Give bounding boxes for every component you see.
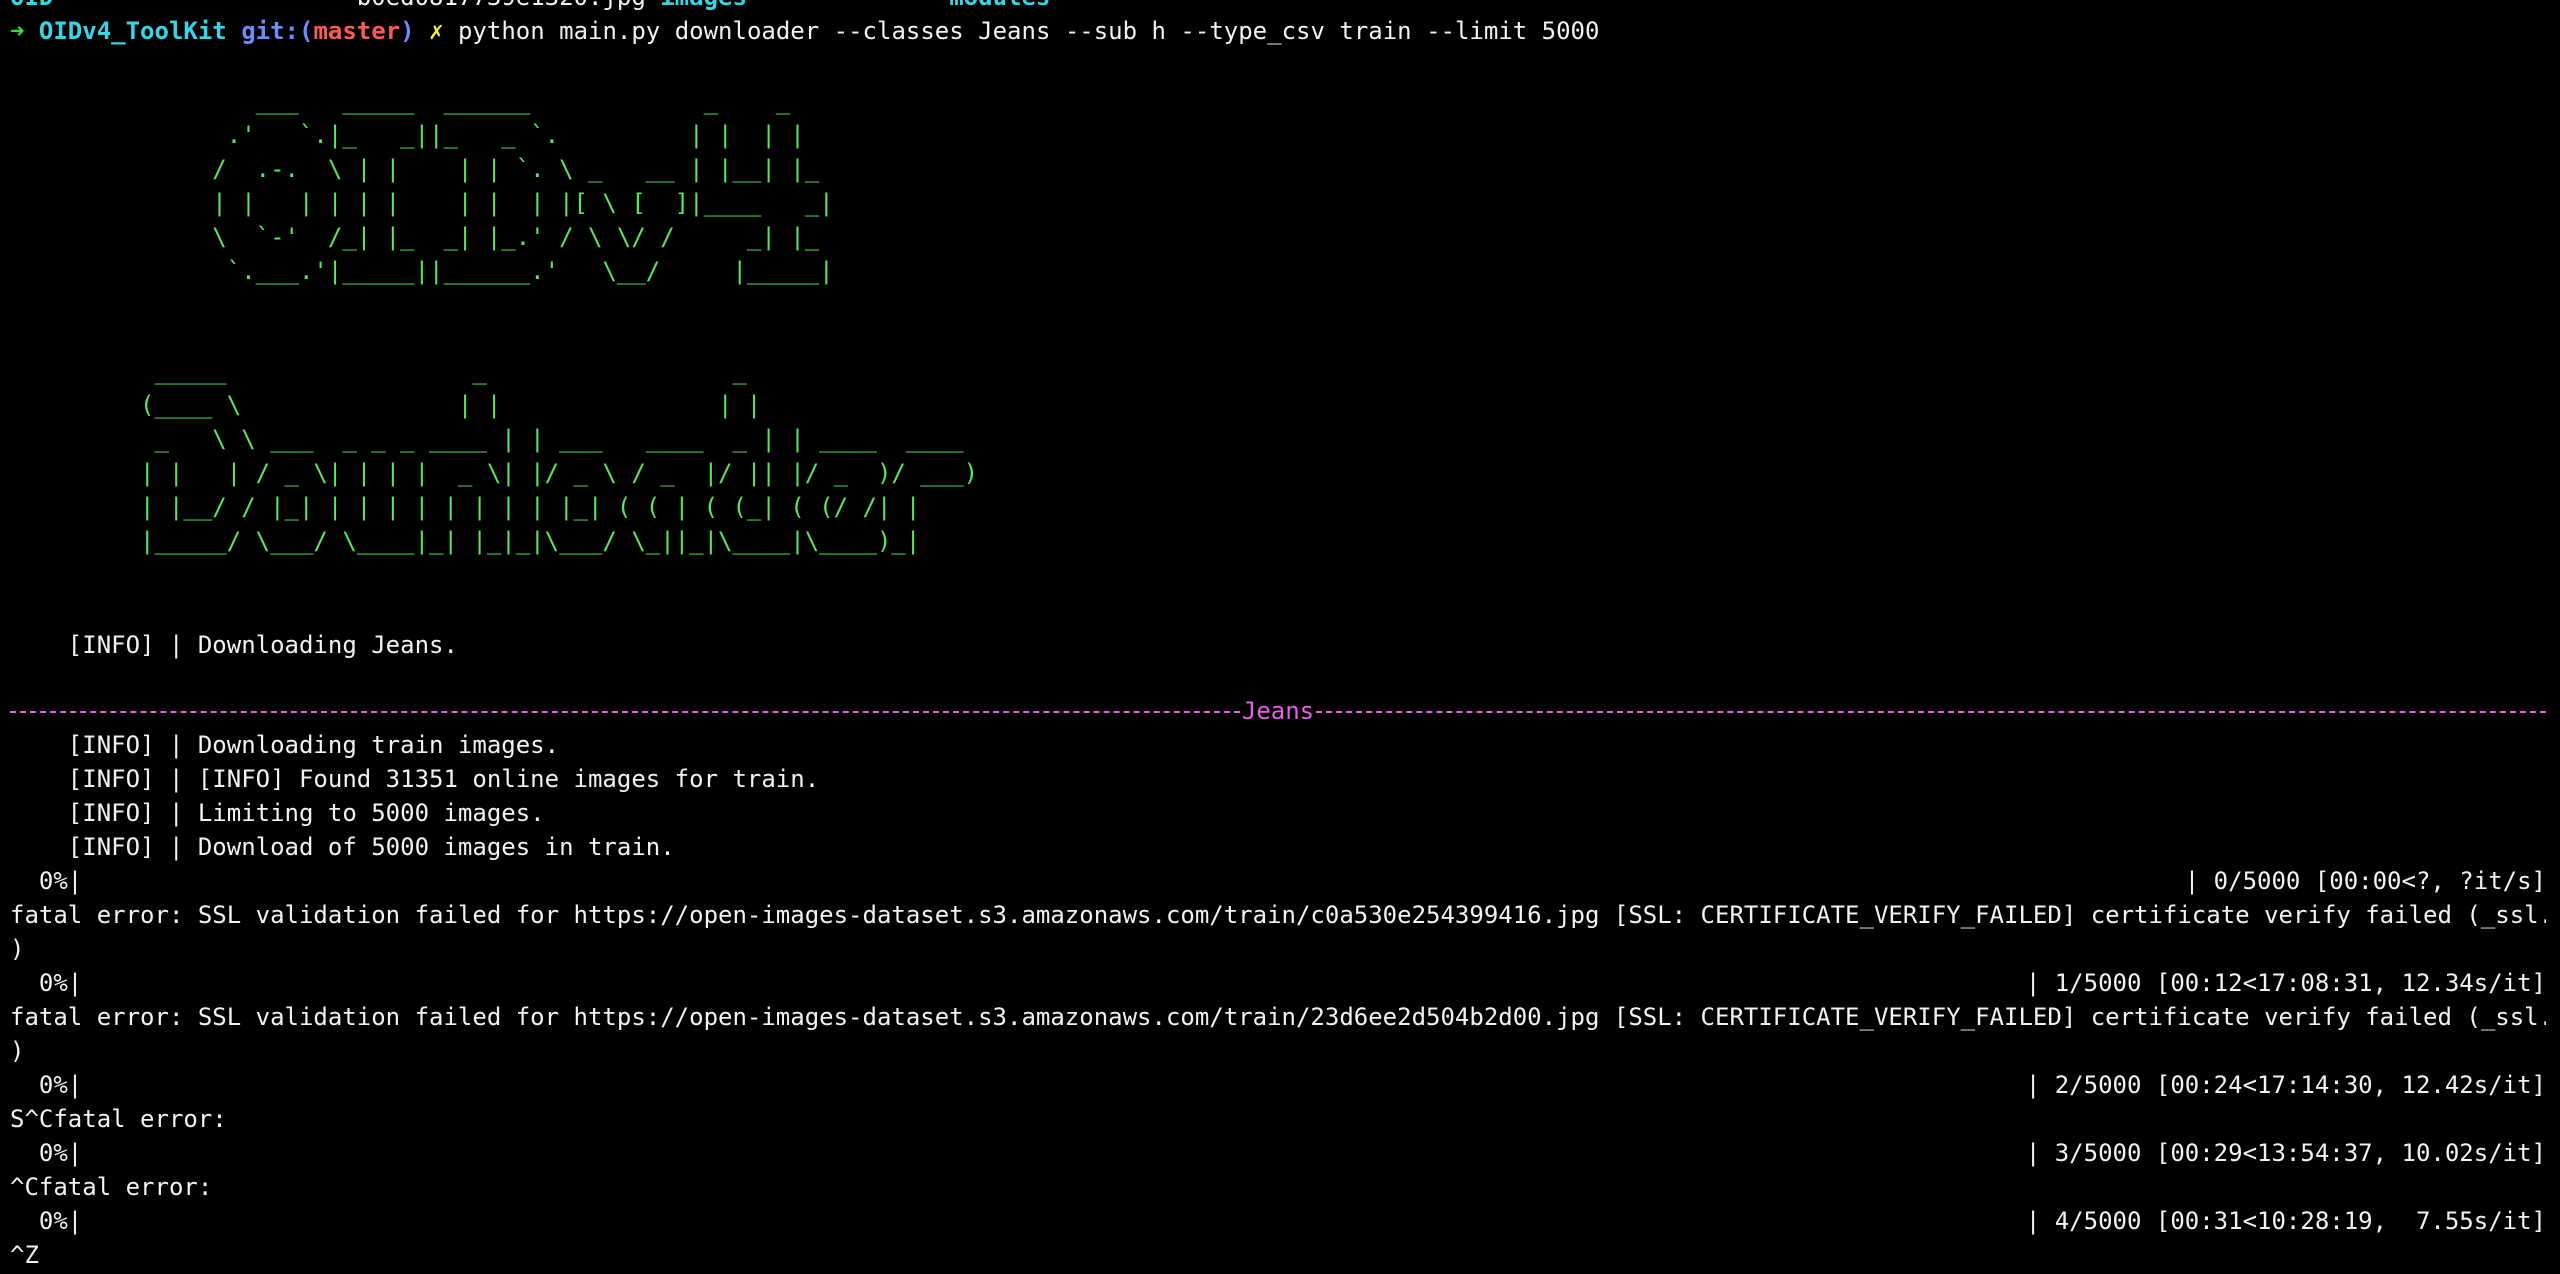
progress-line-3: 0%| | 3/5000 [00:29<13:54:37, 10.02s/it] [10,1136,2546,1170]
progress-percent: 0%| [10,1139,83,1167]
progress-line-0: 0%| | 0/5000 [00:00<?, ?it/s] [10,864,2546,898]
error-line: fatal error: SSL validation failed for h… [10,901,2546,929]
info-downloading-class: [INFO] | Downloading Jeans. [10,631,458,659]
ascii-logo-oidv4: ___ _____ ______ _ _ .' `.|_ _||_ _ `. |… [10,84,834,288]
ascii-row: ___ _____ ______ _ _ [10,87,791,115]
ascii-row: (____ \ | | | | [10,391,762,419]
interrupt-line: ^Cfatal error: [10,1173,213,1201]
ascii-logo-downloader: _____ _ _ (____ \ | | | | _ \ \ ___ _ _ … [10,354,978,558]
ascii-row: |_____/ \___/ \____|_| |_|_|\___/ \_||_|… [10,527,921,555]
progress-line-1: 0%| | 1/5000 [00:12<17:08:31, 12.34s/it] [10,966,2546,1000]
git-branch: master [313,17,401,45]
interrupt-line: S^Cfatal error: [10,1105,227,1133]
git-label-close: ) [400,17,415,45]
ascii-row: | | | | | | | | | |[ \ [ ]|____ _| [10,189,834,217]
ascii-row: | | | / _ \| | | | _ \| |/ _ \ / _ |/ ||… [10,459,979,487]
command-text: python main.py downloader --classes Jean… [457,17,1600,45]
progress-stats: | 2/5000 [00:24<17:14:30, 12.42s/it] [2025,1071,2546,1099]
error-line: fatal error: SSL validation failed for h… [10,1003,2546,1031]
progress-line-4: 0%| | 4/5000 [00:31<10:28:19, 7.55s/it] [10,1204,2546,1238]
progress-percent: 0%| [10,1071,83,1099]
progress-stats: | 0/5000 [00:00<?, ?it/s] [2184,867,2546,895]
log-line: [INFO] | Download of 5000 images in trai… [10,833,675,861]
ascii-row: `.___.'|_____||______.' \__/ |_____| [10,257,834,285]
clipped-col-3: images [660,0,747,11]
clipped-col-1: OID [10,0,53,11]
divider-dash-right [1316,711,2546,713]
ascii-row: _ \ \ ___ _ _ _ ____ | | ___ ____ _ | | … [10,425,964,453]
previous-output-clipped: OID b0ed0817739e1320.jpg images modules [10,0,2546,14]
current-directory: OIDv4_ToolKit [38,17,227,45]
progress-percent: 0%| [10,1207,83,1235]
suspend-line: ^Z [10,1241,39,1269]
ascii-row: .' `.|_ _||_ _ `. | | | | [10,121,805,149]
progress-stats: | 4/5000 [00:31<10:28:19, 7.55s/it] [2025,1207,2546,1235]
progress-percent: 0%| [10,867,83,895]
ascii-row: | |__/ / |_| | | | | | | | | |_| ( ( | (… [10,493,921,521]
log-line: [INFO] | Limiting to 5000 images. [10,799,545,827]
git-label: git:( [241,17,314,45]
class-divider: Jeans [10,694,2546,728]
divider-label: Jeans [1241,697,1315,725]
error-line-tail: ) [10,1037,25,1065]
divider-dash-left [10,711,1240,713]
log-line: [INFO] | Downloading train images. [10,731,560,759]
progress-stats: | 1/5000 [00:12<17:08:31, 12.34s/it] [2025,969,2546,997]
progress-stats: | 3/5000 [00:29<13:54:37, 10.02s/it] [2025,1139,2546,1167]
ascii-row: \ `-' /_| |_ _| |_.' / \ \/ / _| |_ [10,223,820,251]
log-line: [INFO] | [INFO] Found 31351 online image… [10,765,820,793]
dirty-status-icon: ✗ [429,17,444,45]
prompt-arrow-icon: ➜ [10,17,25,45]
download-log: Jeans [INFO] | Downloading train images.… [10,694,2546,1272]
progress-line-2: 0%| | 2/5000 [00:24<17:14:30, 12.42s/it] [10,1068,2546,1102]
error-line-tail: ) [10,935,25,963]
terminal-window[interactable]: OID b0ed0817739e1320.jpg images modules … [0,0,2560,1274]
clipped-col-2: b0ed0817739e1320.jpg [357,0,646,11]
shell-prompt: ➜ OIDv4_ToolKit git:(master) ✗ python ma… [10,14,2546,48]
progress-percent: 0%| [10,969,83,997]
ascii-row: / .-. \ | | | | `. \ _ __ | |__| |_ [10,155,820,183]
ascii-row: _____ _ _ [10,357,747,385]
clipped-col-4: modules [949,0,1050,11]
